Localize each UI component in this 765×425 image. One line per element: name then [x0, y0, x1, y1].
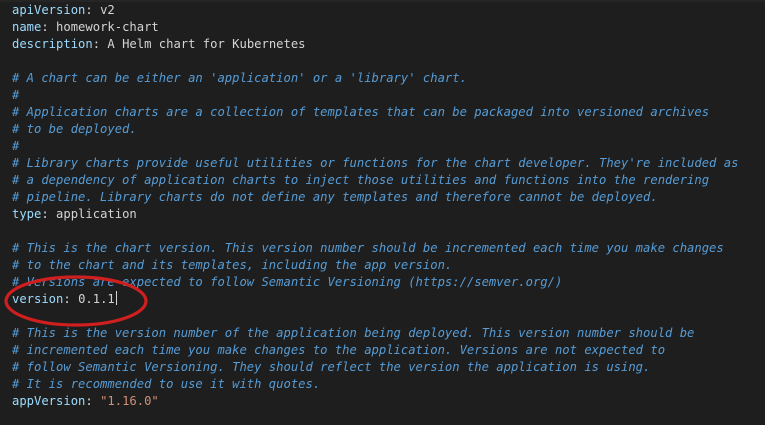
code-line[interactable]: version: 0.1.1 [12, 291, 765, 308]
code-line[interactable]: type: application [12, 206, 765, 223]
yaml-comment: # a dependency of application charts to … [12, 173, 710, 187]
yaml-key: version [12, 292, 64, 306]
yaml-colon: : [41, 207, 57, 221]
yaml-comment: # Library charts provide useful utilitie… [12, 156, 739, 170]
yaml-value: application [56, 207, 137, 221]
yaml-colon: : [63, 292, 79, 306]
yaml-comment: # to be deployed. [12, 122, 137, 136]
text-cursor [115, 291, 117, 305]
code-line[interactable]: name: homework-chart [12, 19, 765, 36]
code-line[interactable]: # [12, 87, 765, 104]
yaml-colon: : [41, 20, 57, 34]
blank-line[interactable] [12, 53, 765, 70]
blank-line[interactable] [12, 308, 765, 325]
yaml-comment: # Application charts are a collection of… [12, 105, 710, 119]
yaml-comment: # This is the chart version. This versio… [12, 241, 724, 255]
yaml-colon: : [85, 394, 101, 408]
code-line[interactable]: # pipeline. Library charts do not define… [12, 189, 765, 206]
yaml-comment: # Versions are expected to follow Semant… [12, 275, 563, 289]
code-line[interactable]: # It is recommended to use it with quote… [12, 376, 765, 393]
yaml-comment: # A chart can be either an 'application'… [12, 71, 467, 85]
yaml-comment: # This is the version number of the appl… [12, 326, 695, 340]
yaml-comment: # follow Semantic Versioning. They shoul… [12, 360, 651, 374]
code-line[interactable]: # a dependency of application charts to … [12, 172, 765, 189]
yaml-key: apiVersion [12, 3, 86, 17]
yaml-value: homework-chart [56, 20, 159, 34]
yaml-key: description [12, 37, 93, 51]
yaml-colon: : [85, 3, 101, 17]
code-line[interactable]: appVersion: "1.16.0" [12, 393, 765, 410]
code-line[interactable]: # Library charts provide useful utilitie… [12, 155, 765, 172]
code-line[interactable]: # This is the version number of the appl… [12, 325, 765, 342]
yaml-value: 0.1.1 [78, 292, 115, 306]
code-lines[interactable]: apiVersion: v2 name: homework-chart descri… [12, 2, 765, 410]
code-line[interactable]: description: A Helm chart for Kubernetes [12, 36, 765, 53]
yaml-comment: # to the chart and its templates, includ… [12, 258, 453, 272]
yaml-key: type [12, 207, 42, 221]
yaml-colon: : [92, 37, 108, 51]
yaml-comment: # [12, 88, 20, 102]
code-editor[interactable]: apiVersion: v2 name: homework-chart descri… [0, 0, 765, 425]
yaml-value: "1.16.0" [100, 394, 159, 408]
code-line[interactable]: # This is the chart version. This versio… [12, 240, 765, 257]
code-line[interactable]: # to the chart and its templates, includ… [12, 257, 765, 274]
yaml-comment: # pipeline. Library charts do not define… [12, 190, 658, 204]
code-line[interactable]: # follow Semantic Versioning. They shoul… [12, 359, 765, 376]
code-line[interactable]: # to be deployed. [12, 121, 765, 138]
yaml-value: v2 [100, 3, 115, 17]
blank-line[interactable] [12, 223, 765, 240]
yaml-key: appVersion [12, 394, 86, 408]
code-line[interactable]: apiVersion: v2 [12, 2, 765, 19]
code-line[interactable]: # [12, 138, 765, 155]
code-line[interactable]: # Application charts are a collection of… [12, 104, 765, 121]
yaml-key: name [12, 20, 42, 34]
yaml-comment: # It is recommended to use it with quote… [12, 377, 321, 391]
code-line[interactable]: # incremented each time you make changes… [12, 342, 765, 359]
yaml-comment: # [12, 139, 20, 153]
yaml-value: A Helm chart for Kubernetes [107, 37, 306, 51]
code-line[interactable]: # A chart can be either an 'application'… [12, 70, 765, 87]
code-line[interactable]: # Versions are expected to follow Semant… [12, 274, 765, 291]
yaml-comment: # incremented each time you make changes… [12, 343, 666, 357]
